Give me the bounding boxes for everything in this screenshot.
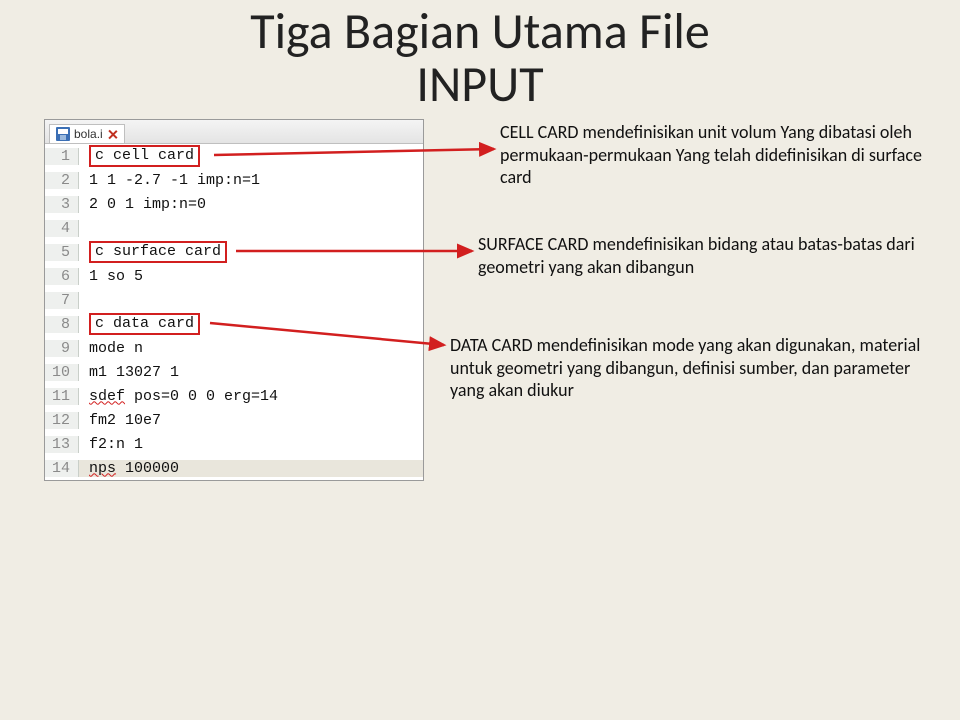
line-number: 12: [45, 412, 79, 429]
code-line: 1 c cell card: [45, 144, 423, 168]
code-line: 10m1 13027 1: [45, 360, 423, 384]
line-number: 7: [45, 292, 79, 309]
spellcheck-squiggle: nps: [89, 460, 116, 477]
title-line-2: INPUT: [416, 54, 543, 115]
line-number: 3: [45, 196, 79, 213]
line-number: 2: [45, 172, 79, 189]
data-card-highlight: c data card: [89, 313, 200, 335]
content-area: bola.i 1 c cell card 21 1 -2.7 -1 imp:n=1…: [0, 119, 960, 679]
close-icon[interactable]: [107, 129, 118, 140]
code-text: mode n: [79, 340, 423, 357]
code-line: 11sdef pos=0 0 0 erg=14: [45, 384, 423, 408]
file-tab-label: bola.i: [74, 127, 103, 141]
code-lines: 1 c cell card 21 1 -2.7 -1 imp:n=1 32 0 1…: [45, 144, 423, 480]
code-line: 13f2:n 1: [45, 432, 423, 456]
code-line: 8 c data card: [45, 312, 423, 336]
line-number: 10: [45, 364, 79, 381]
annotation-cell: CELL CARD mendefinisikan unit volum Yang…: [500, 121, 930, 189]
save-icon: [56, 127, 70, 141]
code-line: 7: [45, 288, 423, 312]
cell-card-highlight: c cell card: [89, 145, 200, 167]
code-text: m1 13027 1: [79, 364, 423, 381]
code-text: sdef pos=0 0 0 erg=14: [79, 388, 423, 405]
annotation-surface: SURFACE CARD mendefinisikan bidang atau …: [478, 233, 948, 278]
code-line: 5 c surface card: [45, 240, 423, 264]
code-line: 12fm2 10e7: [45, 408, 423, 432]
code-line: 21 1 -2.7 -1 imp:n=1: [45, 168, 423, 192]
line-number: 13: [45, 436, 79, 453]
code-text: fm2 10e7: [79, 412, 423, 429]
code-line: 61 so 5: [45, 264, 423, 288]
code-line: 4: [45, 216, 423, 240]
line-number: 4: [45, 220, 79, 237]
line-number: 9: [45, 340, 79, 357]
code-line: 9mode n: [45, 336, 423, 360]
slide-title: Tiga Bagian Utama File INPUT: [0, 0, 960, 119]
line-number: 5: [45, 244, 79, 261]
line-number: 11: [45, 388, 79, 405]
code-editor: bola.i 1 c cell card 21 1 -2.7 -1 imp:n=1…: [44, 119, 424, 481]
code-text: 1 so 5: [79, 268, 423, 285]
line-number: 1: [45, 148, 79, 165]
editor-tabbar: bola.i: [45, 120, 423, 144]
line-number: 14: [45, 460, 79, 477]
surface-card-highlight: c surface card: [89, 241, 227, 263]
code-text: f2:n 1: [79, 436, 423, 453]
annotation-data: DATA CARD mendefinisikan mode yang akan …: [450, 334, 940, 402]
line-number: 6: [45, 268, 79, 285]
code-text: 1 1 -2.7 -1 imp:n=1: [79, 172, 423, 189]
spellcheck-squiggle: sdef: [89, 388, 125, 405]
file-tab[interactable]: bola.i: [49, 124, 125, 143]
code-text: nps 100000: [79, 460, 423, 477]
code-line: 32 0 1 imp:n=0: [45, 192, 423, 216]
line-number: 8: [45, 316, 79, 333]
code-text: 2 0 1 imp:n=0: [79, 196, 423, 213]
code-line: 14nps 100000: [45, 456, 423, 480]
